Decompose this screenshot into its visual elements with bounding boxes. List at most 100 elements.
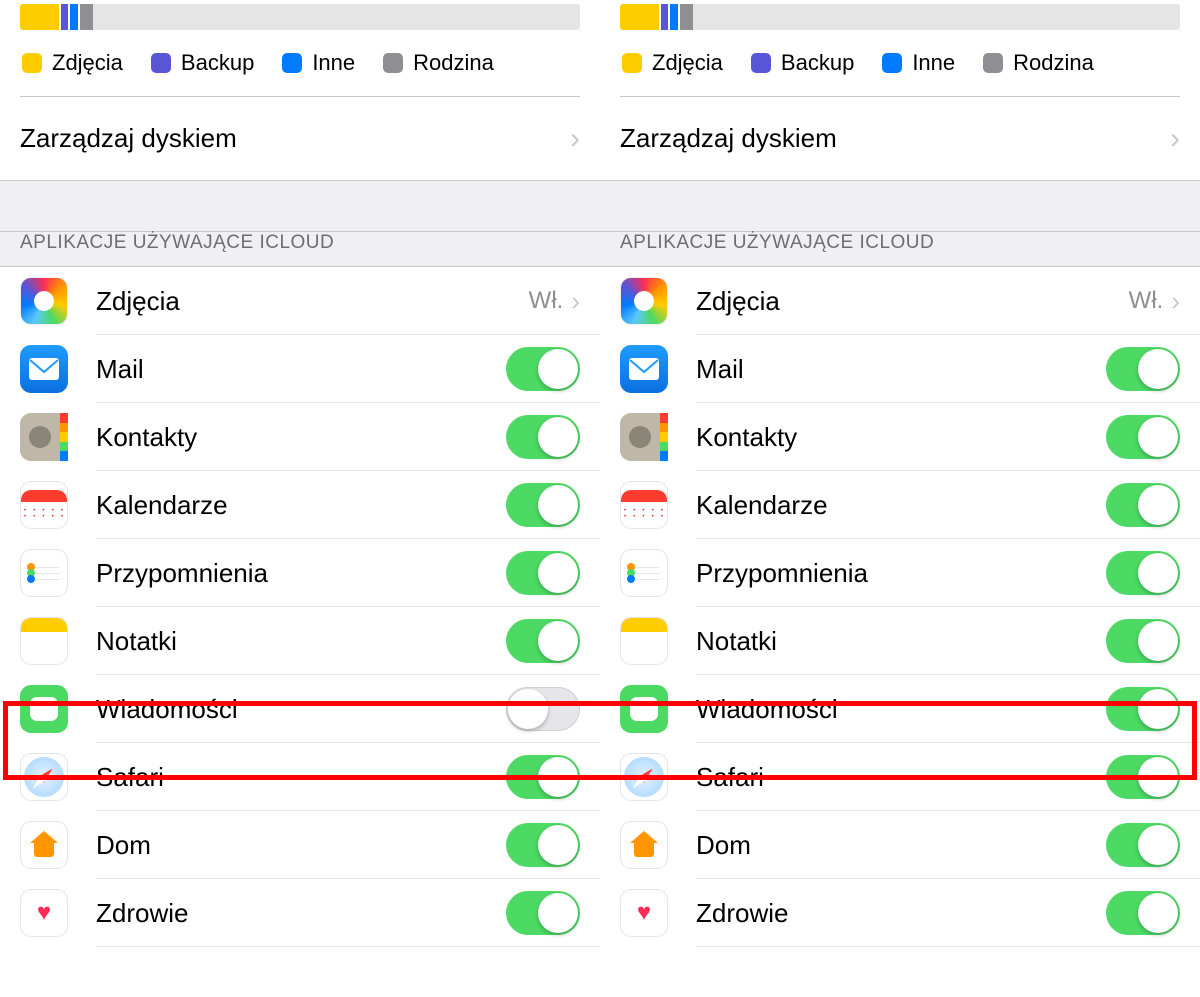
toggle-home[interactable] [506,823,580,867]
legend-swatch-blue [151,53,171,73]
section-header: APLIKACJE UŻYWAJĄCE ICLOUD [0,232,600,267]
row-calendar: • • • • •• • • • • Kalendarze [600,471,1200,539]
row-home: Dom [0,811,600,879]
row-messages: Wiadomości [0,675,600,743]
toggle-mail[interactable] [1106,347,1180,391]
row-label-contacts: Kontakty [696,422,1106,453]
safari-icon [20,753,68,801]
mail-icon [620,345,668,393]
row-label-home: Dom [96,830,506,861]
toggle-messages[interactable] [1106,687,1180,731]
legend-label: Zdjęcia [652,50,723,76]
row-safari: Safari [0,743,600,811]
safari-icon [620,753,668,801]
toggle-health[interactable] [1106,891,1180,935]
toggle-contacts[interactable] [506,415,580,459]
legend-label: Backup [781,50,854,76]
row-label-calendar: Kalendarze [96,490,506,521]
storage-segment-yellow [620,4,659,30]
legend-item-yellow: Zdjęcia [622,50,723,76]
row-label-mail: Mail [96,354,506,385]
row-notes: Notatki [0,607,600,675]
legend-item-blue: Backup [151,50,254,76]
row-label-reminders: Przypomnienia [696,558,1106,589]
row-contacts: Kontakty [0,403,600,471]
row-label-safari: Safari [696,762,1106,793]
toggle-health[interactable] [506,891,580,935]
row-label-mail: Mail [696,354,1106,385]
contacts-icon [20,413,68,461]
section-header: APLIKACJE UŻYWAJĄCE ICLOUD [600,232,1200,267]
legend-label: Backup [181,50,254,76]
row-photos[interactable]: ZdjęciaWł.› [600,267,1200,335]
toggle-calendar[interactable] [506,483,580,527]
calendar-icon: • • • • •• • • • • [20,481,68,529]
legend-item-grey: Rodzina [383,50,494,76]
chevron-right-icon: › [1170,124,1180,154]
row-detail-photos: Wł. [529,287,564,315]
toggle-contacts[interactable] [1106,415,1180,459]
legend-label: Zdjęcia [52,50,123,76]
toggle-messages[interactable] [506,687,580,731]
photos-icon [620,277,668,325]
settings-column-1: ZdjęciaBackupInneRodzinaZarządzaj dyskie… [600,0,1200,947]
row-safari: Safari [600,743,1200,811]
storage-legend: ZdjęciaBackupInneRodzina [620,30,1180,96]
toggle-reminders[interactable] [1106,551,1180,595]
row-label-notes: Notatki [696,626,1106,657]
storage-bar [620,4,1180,30]
manage-storage-label: Zarządzaj dyskiem [620,123,837,154]
photos-icon [20,277,68,325]
group-gap [0,180,600,232]
row-health: ♥Zdrowie [0,879,600,947]
toggle-safari[interactable] [1106,755,1180,799]
storage-legend: Zdjęcia Backup Inne Rodzina [20,30,580,96]
toggle-safari[interactable] [506,755,580,799]
toggle-notes[interactable] [506,619,580,663]
reminders-icon [620,549,668,597]
manage-storage-label: Zarządzaj dyskiem [20,123,237,154]
row-reminders: Przypomnienia [0,539,600,607]
legend-swatch-cyan [282,53,302,73]
toggle-calendar[interactable] [1106,483,1180,527]
row-health: ♥Zdrowie [600,879,1200,947]
storage-segment-blue [661,4,668,30]
legend-swatch-yellow [22,53,42,73]
calendar-icon: • • • • •• • • • • [620,481,668,529]
home-icon [20,821,68,869]
legend-item-yellow: Zdjęcia [22,50,123,76]
manage-storage-row[interactable]: Zarządzaj dyskiem › [600,97,1200,180]
row-reminders: Przypomnienia [600,539,1200,607]
row-label-safari: Safari [96,762,506,793]
row-label-contacts: Kontakty [96,422,506,453]
messages-icon [20,685,68,733]
legend-item-cyan: Inne [282,50,355,76]
row-label-calendar: Kalendarze [696,490,1106,521]
legend-label: Inne [312,50,355,76]
manage-storage-row[interactable]: Zarządzaj dyskiem› [0,97,600,180]
toggle-notes[interactable] [1106,619,1180,663]
legend-item-grey: Rodzina [983,50,1094,76]
row-label-health: Zdrowie [696,898,1106,929]
group-gap [600,180,1200,232]
messages-icon [620,685,668,733]
legend-swatch-yellow [622,53,642,73]
row-photos[interactable]: ZdjęciaWł.› [0,267,600,335]
legend-item-blue: Backup [751,50,854,76]
storage-segment-blue [61,4,68,30]
home-icon [620,821,668,869]
row-label-notes: Notatki [96,626,506,657]
storage-segment-cyan [670,4,677,30]
chevron-right-icon: › [571,286,580,317]
row-messages: Wiadomości [600,675,1200,743]
contacts-icon [620,413,668,461]
legend-swatch-blue [751,53,771,73]
settings-column-0: Zdjęcia Backup Inne Rodzina Zarządzaj dyskie… [0,0,600,947]
row-label-photos: Zdjęcia [696,286,1129,317]
toggle-mail[interactable] [506,347,580,391]
row-label-messages: Wiadomości [696,694,1106,725]
toggle-reminders[interactable] [506,551,580,595]
toggle-home[interactable] [1106,823,1180,867]
row-home: Dom [600,811,1200,879]
legend-label: Rodzina [1013,50,1094,76]
